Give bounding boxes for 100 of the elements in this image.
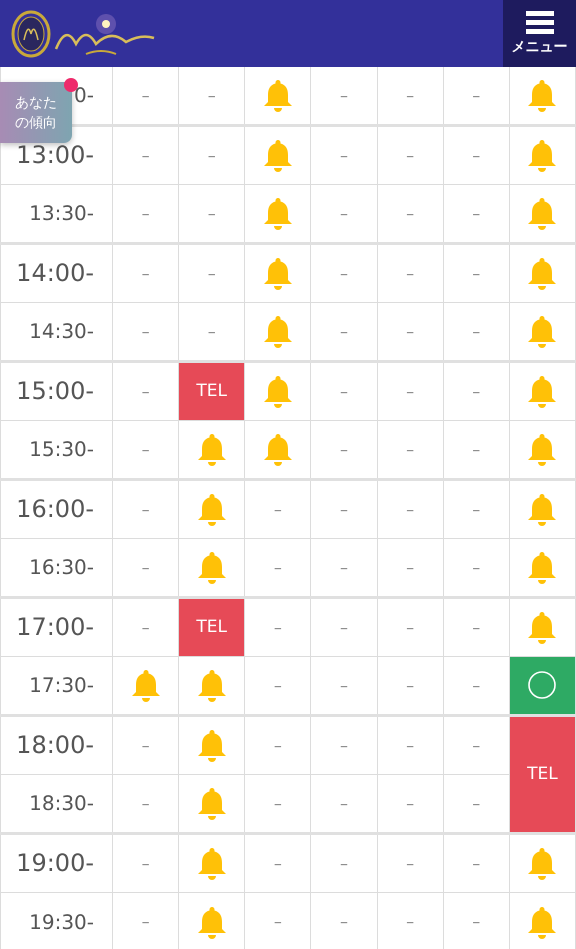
unavailable-mark: – [142,440,150,458]
time-label: 16:30- [0,538,112,597]
unavailable-mark: – [340,204,348,222]
bell-icon [527,256,558,290]
unavailable-mark: – [274,794,282,812]
unavailable-mark: – [406,204,414,222]
unavailable-mark: – [340,736,348,754]
bell-icon [262,78,293,112]
unavailable-mark: – [472,558,480,576]
bell-icon [527,138,558,172]
unavailable-mark: – [406,440,414,458]
bell-icon [262,314,293,348]
available-slot[interactable] [509,656,576,715]
unavailable-mark: – [340,558,348,576]
unavailable-mark: – [472,736,480,754]
unavailable-mark: – [274,500,282,518]
unavailable-mark: – [274,558,282,576]
unavailable-mark: – [340,86,348,105]
time-label: 14:00- [0,243,112,302]
menu-icon [526,11,554,35]
unavailable-mark: – [472,264,480,282]
bell-icon [527,904,558,938]
bell-icon [527,492,558,526]
unavailable-mark: – [406,146,414,164]
unavailable-mark: – [274,618,282,636]
tel-slot[interactable]: TEL [178,361,245,420]
trend-button[interactable]: あなたの傾向 [0,82,72,143]
unavailable-mark: – [142,736,150,754]
bell-icon [196,432,227,466]
bell-icon [527,196,558,230]
unavailable-mark: – [142,912,150,931]
unavailable-mark: – [406,500,414,518]
unavailable-mark: – [406,736,414,754]
unavailable-mark: – [340,794,348,812]
circle-icon [527,670,558,700]
bell-icon [262,432,293,466]
unavailable-mark: – [142,558,150,576]
time-label: 16:00- [0,479,112,538]
unavailable-mark: – [406,264,414,282]
unavailable-mark: – [406,618,414,636]
unavailable-mark: – [208,204,216,222]
unavailable-mark: – [472,912,480,931]
tel-slot[interactable]: TEL [509,715,576,833]
bell-icon [196,550,227,584]
bell-icon [527,432,558,466]
unavailable-mark: – [472,500,480,518]
time-label: 15:00- [0,361,112,420]
unavailable-mark: – [142,322,150,340]
unavailable-mark: – [340,264,348,282]
unavailable-mark: – [472,440,480,458]
unavailable-mark: – [406,676,414,694]
time-label: 17:00- [0,597,112,656]
unavailable-mark: – [274,676,282,694]
unavailable-mark: – [142,204,150,222]
unavailable-mark: – [340,676,348,694]
unavailable-mark: – [340,322,348,340]
menu-button[interactable]: メニュー [503,0,576,67]
bell-icon [527,550,558,584]
bell-icon [262,196,293,230]
unavailable-mark: – [406,912,414,931]
tel-slot[interactable]: TEL [178,597,245,656]
unavailable-mark: – [406,794,414,812]
unavailable-mark: – [406,854,414,872]
bell-icon [262,374,293,408]
time-label: 19:00- [0,833,112,892]
unavailable-mark: – [472,204,480,222]
bell-icon [196,786,227,820]
unavailable-mark: – [472,794,480,812]
unavailable-mark: – [472,382,480,400]
unavailable-mark: – [406,382,414,400]
bell-icon [527,846,558,880]
unavailable-mark: – [208,322,216,340]
time-label: 17:30- [0,656,112,715]
unavailable-mark: – [340,912,348,931]
unavailable-mark: – [208,86,216,105]
time-label: 18:00- [0,715,112,774]
unavailable-mark: – [208,146,216,164]
unavailable-mark: – [472,146,480,164]
bell-icon [262,256,293,290]
bell-icon [196,728,227,762]
unavailable-mark: – [274,912,282,931]
bell-icon [527,78,558,112]
unavailable-mark: – [340,854,348,872]
unavailable-mark: – [472,322,480,340]
time-label: 14:30- [0,302,112,361]
time-label: 19:30- [0,892,112,949]
unavailable-mark: – [340,146,348,164]
unavailable-mark: – [472,618,480,636]
unavailable-mark: – [142,146,150,164]
unavailable-mark: – [142,86,150,105]
unavailable-mark: – [472,676,480,694]
bell-icon [130,668,161,702]
bell-icon [262,138,293,172]
unavailable-mark: – [142,618,150,636]
unavailable-mark: – [208,264,216,282]
unavailable-mark: – [340,382,348,400]
unavailable-mark: – [406,86,414,105]
time-label: 18:30- [0,774,112,833]
unavailable-mark: – [406,322,414,340]
unavailable-mark: – [142,382,150,400]
